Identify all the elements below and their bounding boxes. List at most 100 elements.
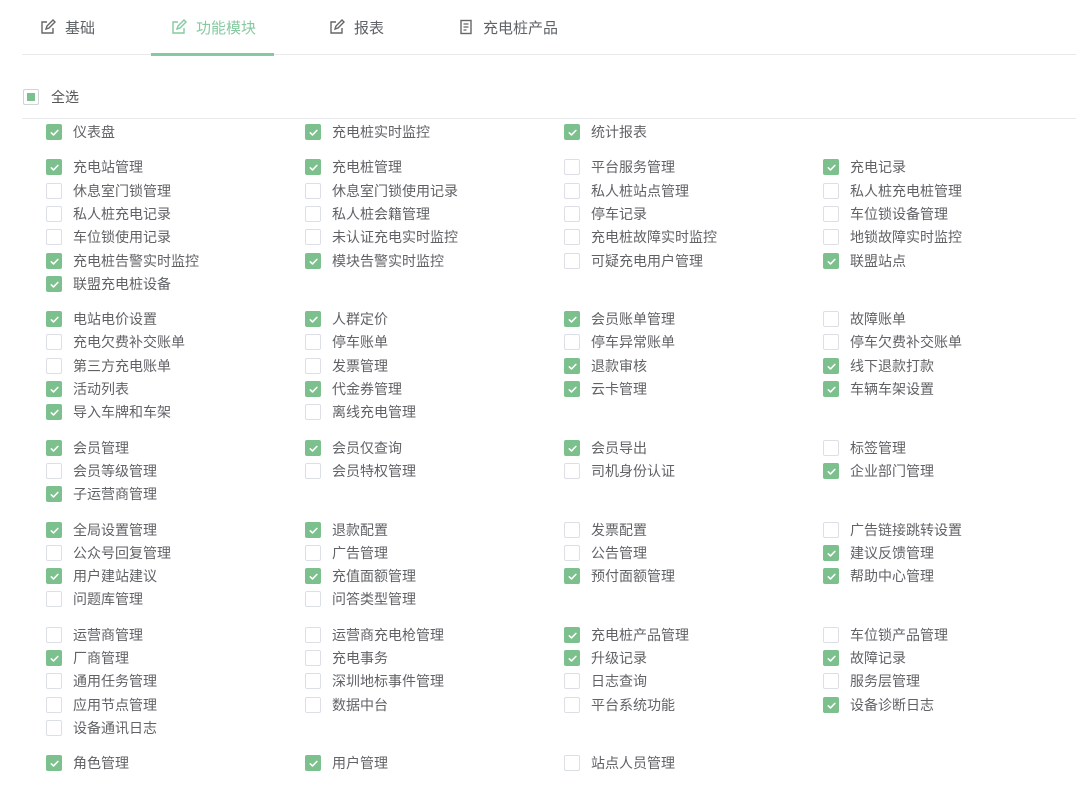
permission-checkbox[interactable] (564, 522, 580, 538)
permission-checkbox[interactable] (305, 159, 321, 175)
permission-checkbox[interactable] (305, 440, 321, 456)
permission-checkbox[interactable] (46, 159, 62, 175)
permission-checkbox[interactable] (46, 183, 62, 199)
permission-item[interactable]: 导入车牌和车架 (46, 402, 171, 422)
permission-checkbox[interactable] (305, 229, 321, 245)
permission-checkbox[interactable] (564, 124, 580, 140)
permission-item[interactable]: 通用任务管理 (46, 671, 157, 691)
permission-checkbox[interactable] (564, 253, 580, 269)
permission-checkbox[interactable] (305, 591, 321, 607)
permission-checkbox[interactable] (823, 358, 839, 374)
permission-checkbox[interactable] (305, 124, 321, 140)
permission-checkbox[interactable] (46, 650, 62, 666)
permission-checkbox[interactable] (823, 159, 839, 175)
permission-checkbox[interactable] (823, 627, 839, 643)
permission-checkbox[interactable] (305, 404, 321, 420)
permission-checkbox[interactable] (823, 253, 839, 269)
permission-checkbox[interactable] (564, 545, 580, 561)
permission-item[interactable]: 会员导出 (564, 438, 647, 458)
permission-checkbox[interactable] (46, 206, 62, 222)
permission-item[interactable]: 标签管理 (823, 438, 906, 458)
permission-checkbox[interactable] (46, 697, 62, 713)
permission-item[interactable]: 会员特权管理 (305, 461, 416, 481)
permission-item[interactable]: 帮助中心管理 (823, 566, 934, 586)
permission-checkbox[interactable] (823, 697, 839, 713)
permission-checkbox[interactable] (46, 440, 62, 456)
permission-checkbox[interactable] (305, 183, 321, 199)
permission-checkbox[interactable] (823, 568, 839, 584)
permission-item[interactable]: 模块告警实时监控 (305, 251, 444, 271)
permission-item[interactable]: 第三方充电账单 (46, 356, 171, 376)
permission-checkbox[interactable] (46, 545, 62, 561)
permission-item[interactable]: 企业部门管理 (823, 461, 934, 481)
permission-item[interactable]: 应用节点管理 (46, 695, 157, 715)
permission-checkbox[interactable] (564, 755, 580, 771)
tab-basic[interactable]: 基础 (40, 0, 95, 54)
permission-checkbox[interactable] (564, 229, 580, 245)
permission-item[interactable]: 充电欠费补交账单 (46, 332, 185, 352)
permission-item[interactable]: 升级记录 (564, 648, 647, 668)
permission-checkbox[interactable] (823, 440, 839, 456)
permission-checkbox[interactable] (305, 381, 321, 397)
permission-item[interactable]: 建议反馈管理 (823, 543, 934, 563)
permission-item[interactable]: 数据中台 (305, 695, 388, 715)
permission-item[interactable]: 充电桩管理 (305, 157, 402, 177)
permission-item[interactable]: 问题库管理 (46, 589, 143, 609)
permission-item[interactable]: 设备诊断日志 (823, 695, 934, 715)
permission-item[interactable]: 深圳地标事件管理 (305, 671, 444, 691)
permission-item[interactable]: 私人桩会籍管理 (305, 204, 430, 224)
permission-checkbox[interactable] (564, 697, 580, 713)
permission-checkbox[interactable] (564, 159, 580, 175)
permission-item[interactable]: 广告管理 (305, 543, 388, 563)
permission-item[interactable]: 运营商充电枪管理 (305, 625, 444, 645)
permission-checkbox[interactable] (823, 229, 839, 245)
permission-item[interactable]: 充电桩实时监控 (305, 122, 430, 142)
permission-checkbox[interactable] (823, 311, 839, 327)
select-all[interactable]: 全选 (23, 87, 79, 107)
permission-checkbox[interactable] (305, 253, 321, 269)
permission-item[interactable]: 离线充电管理 (305, 402, 416, 422)
permission-checkbox[interactable] (305, 755, 321, 771)
permission-checkbox[interactable] (46, 568, 62, 584)
permission-item[interactable]: 运营商管理 (46, 625, 143, 645)
permission-item[interactable]: 子运营商管理 (46, 484, 157, 504)
permission-checkbox[interactable] (564, 627, 580, 643)
permission-item[interactable]: 故障记录 (823, 648, 906, 668)
permission-item[interactable]: 充电桩故障实时监控 (564, 227, 717, 247)
permission-checkbox[interactable] (564, 311, 580, 327)
permission-checkbox[interactable] (823, 381, 839, 397)
permission-item[interactable]: 仪表盘 (46, 122, 115, 142)
permission-checkbox[interactable] (305, 334, 321, 350)
permission-checkbox[interactable] (564, 440, 580, 456)
permission-item[interactable]: 休息室门锁管理 (46, 181, 171, 201)
permission-item[interactable]: 车辆车架设置 (823, 379, 934, 399)
permission-checkbox[interactable] (305, 650, 321, 666)
permission-item[interactable]: 公告管理 (564, 543, 647, 563)
permission-checkbox[interactable] (305, 463, 321, 479)
permission-item[interactable]: 设备通讯日志 (46, 718, 157, 738)
permission-item[interactable]: 停车异常账单 (564, 332, 675, 352)
permission-item[interactable]: 停车记录 (564, 204, 647, 224)
permission-item[interactable]: 充电站管理 (46, 157, 143, 177)
permission-checkbox[interactable] (823, 463, 839, 479)
permission-item[interactable]: 故障账单 (823, 309, 906, 329)
permission-item[interactable]: 联盟充电桩设备 (46, 274, 171, 294)
permission-item[interactable]: 退款审核 (564, 356, 647, 376)
permission-item[interactable]: 公众号回复管理 (46, 543, 171, 563)
permission-item[interactable]: 车位锁产品管理 (823, 625, 948, 645)
permission-checkbox[interactable] (305, 568, 321, 584)
permission-checkbox[interactable] (564, 568, 580, 584)
permission-item[interactable]: 厂商管理 (46, 648, 129, 668)
permission-checkbox[interactable] (46, 334, 62, 350)
permission-checkbox[interactable] (46, 627, 62, 643)
permission-checkbox[interactable] (46, 381, 62, 397)
permission-checkbox[interactable] (46, 124, 62, 140)
permission-checkbox[interactable] (46, 522, 62, 538)
permission-item[interactable]: 全局设置管理 (46, 520, 157, 540)
permission-checkbox[interactable] (564, 358, 580, 374)
permission-checkbox[interactable] (823, 522, 839, 538)
permission-checkbox[interactable] (46, 253, 62, 269)
permission-item[interactable]: 停车账单 (305, 332, 388, 352)
permission-checkbox[interactable] (823, 650, 839, 666)
permission-item[interactable]: 平台系统功能 (564, 695, 675, 715)
